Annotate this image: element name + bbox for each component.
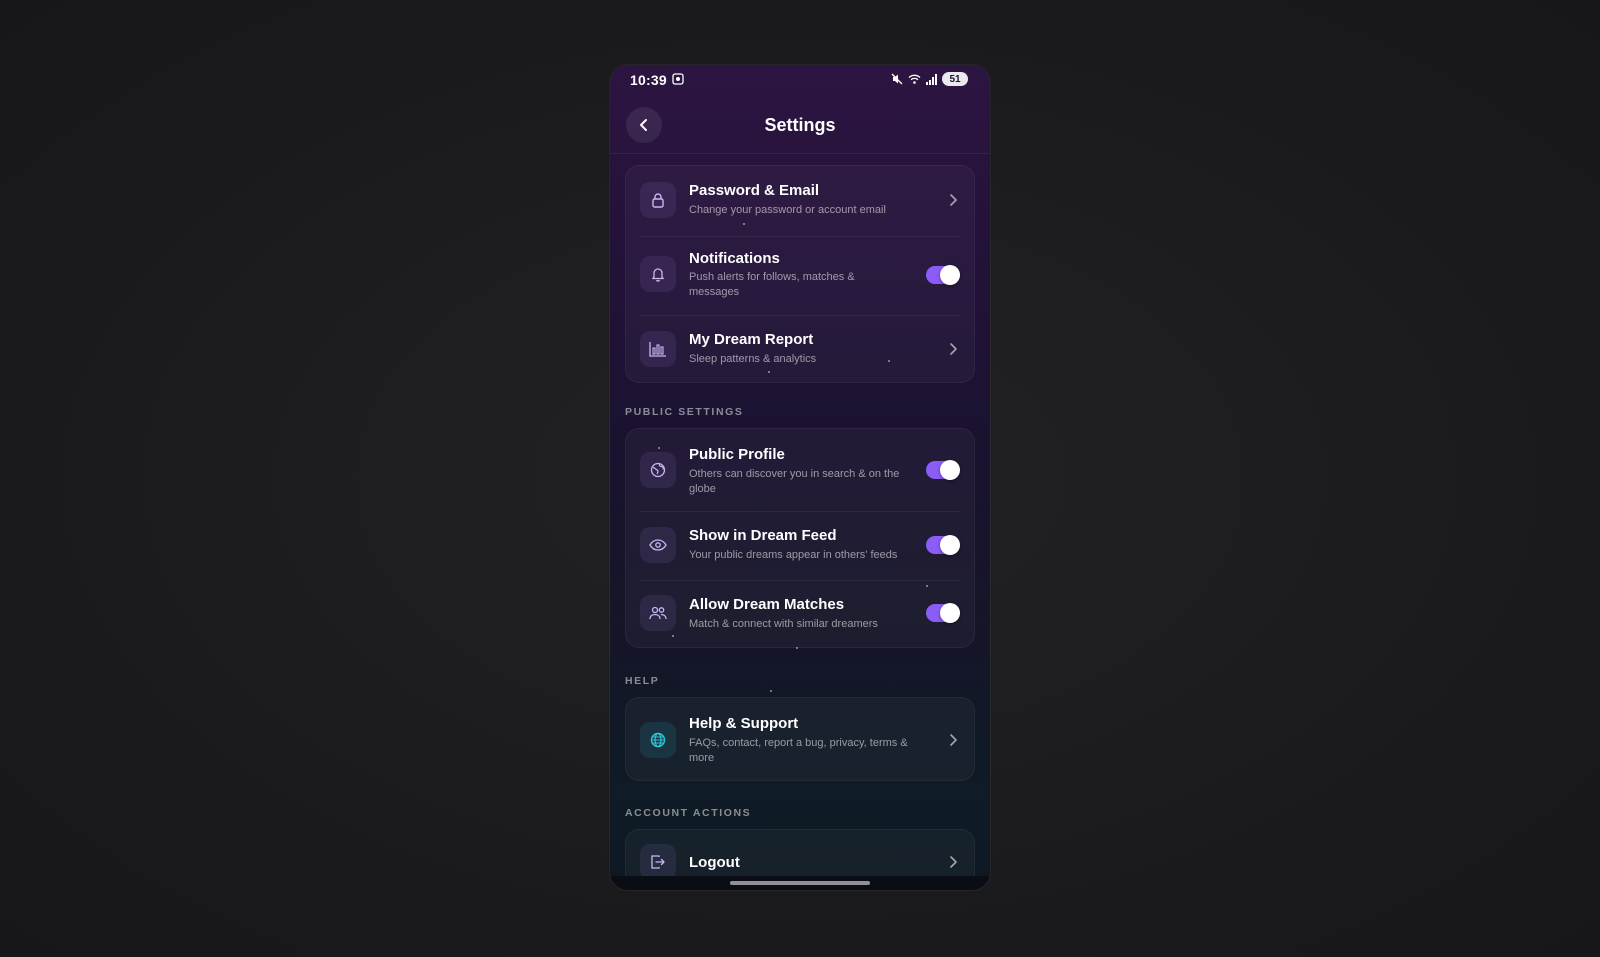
row-title: Help & Support (689, 715, 799, 732)
screen-backdrop: 10:39 51 Settings Password & Email Chang… (0, 0, 1600, 957)
chevron-right-icon (950, 734, 957, 746)
row-subtitle: Match & connect with similar dreamers (689, 618, 878, 630)
chevron-right-icon (950, 194, 957, 206)
eye-icon (649, 539, 667, 551)
home-bar (610, 876, 990, 890)
toggle-knob (940, 535, 960, 555)
row-subtitle: FAQs, contact, report a bug, privacy, te… (689, 737, 908, 764)
mute-icon (891, 73, 903, 85)
row-title: Logout (689, 854, 740, 871)
row-subtitle: Sleep patterns & analytics (689, 353, 817, 365)
help-card: Help & Support FAQs, contact, report a b… (625, 697, 975, 781)
users-icon (649, 606, 667, 620)
chevron-right-icon (950, 343, 957, 355)
battery-icon: 51 (942, 72, 968, 86)
signal-icon (926, 73, 937, 85)
dream-matches-toggle[interactable] (926, 603, 960, 623)
bar-chart-icon (649, 342, 666, 357)
bar-chart-icon-box (640, 331, 676, 367)
row-subtitle: Push alerts for follows, matches & messa… (689, 271, 855, 298)
lock-icon (652, 193, 664, 208)
logout-icon-box (640, 844, 676, 880)
phone-screen: 10:39 51 Settings Password & Email Chang… (610, 65, 990, 890)
toggle-knob (940, 265, 960, 285)
settings-row-password-email[interactable]: Password & Email Change your password or… (626, 166, 974, 236)
row-title: Allow Dream Matches (689, 596, 845, 613)
help-globe-icon (650, 732, 666, 748)
status-icons: 51 (891, 72, 968, 86)
decorative-star (770, 690, 772, 692)
notifications-toggle[interactable] (926, 265, 960, 285)
row-subtitle: Change your password or account email (689, 204, 886, 216)
help-globe-icon-box (640, 722, 676, 758)
globe-icon (650, 462, 666, 478)
account-settings-card: Password & Email Change your password or… (625, 165, 975, 383)
eye-icon-box (640, 527, 676, 563)
bell-icon (652, 268, 664, 282)
settings-row-dream-feed[interactable]: Show in Dream Feed Your public dreams ap… (626, 512, 974, 580)
settings-row-dream-matches[interactable]: Allow Dream Matches Match & connect with… (626, 581, 974, 649)
settings-row-dream-report[interactable]: My Dream Report Sleep patterns & analyti… (626, 316, 974, 384)
lock-icon-box (640, 182, 676, 218)
section-label-help: HELP (625, 675, 660, 687)
wifi-icon (908, 74, 921, 84)
row-title: Public Profile (689, 446, 785, 463)
row-title: Password & Email (689, 182, 820, 199)
row-title: Show in Dream Feed (689, 527, 837, 544)
row-subtitle: Your public dreams appear in others' fee… (689, 549, 898, 561)
settings-row-public-profile[interactable]: Public Profile Others can discover you i… (626, 429, 974, 511)
bell-icon-box (640, 256, 676, 292)
row-subtitle: Others can discover you in search & on t… (689, 468, 900, 495)
page-title: Settings (764, 115, 836, 135)
section-label-public-settings: PUBLIC SETTINGS (625, 406, 744, 418)
chevron-right-icon (950, 856, 957, 868)
row-title: My Dream Report (689, 331, 814, 348)
toggle-knob (940, 460, 960, 480)
page-header: Settings (610, 103, 990, 154)
row-title: Notifications (689, 250, 780, 267)
settings-row-help-support[interactable]: Help & Support FAQs, contact, report a b… (626, 698, 974, 782)
public-settings-card: Public Profile Others can discover you i… (625, 428, 975, 648)
settings-row-notifications[interactable]: Notifications Push alerts for follows, m… (626, 237, 974, 315)
globe-icon-box (640, 452, 676, 488)
status-bar: 10:39 51 (610, 65, 990, 97)
logout-icon (651, 855, 665, 869)
home-indicator[interactable] (730, 881, 870, 885)
section-label-account-actions: ACCOUNT ACTIONS (625, 807, 752, 819)
toggle-knob (940, 603, 960, 623)
public-profile-toggle[interactable] (926, 460, 960, 480)
status-time: 10:39 (630, 72, 667, 88)
dream-feed-toggle[interactable] (926, 535, 960, 555)
screen-record-icon (672, 73, 684, 85)
users-icon-box (640, 595, 676, 631)
